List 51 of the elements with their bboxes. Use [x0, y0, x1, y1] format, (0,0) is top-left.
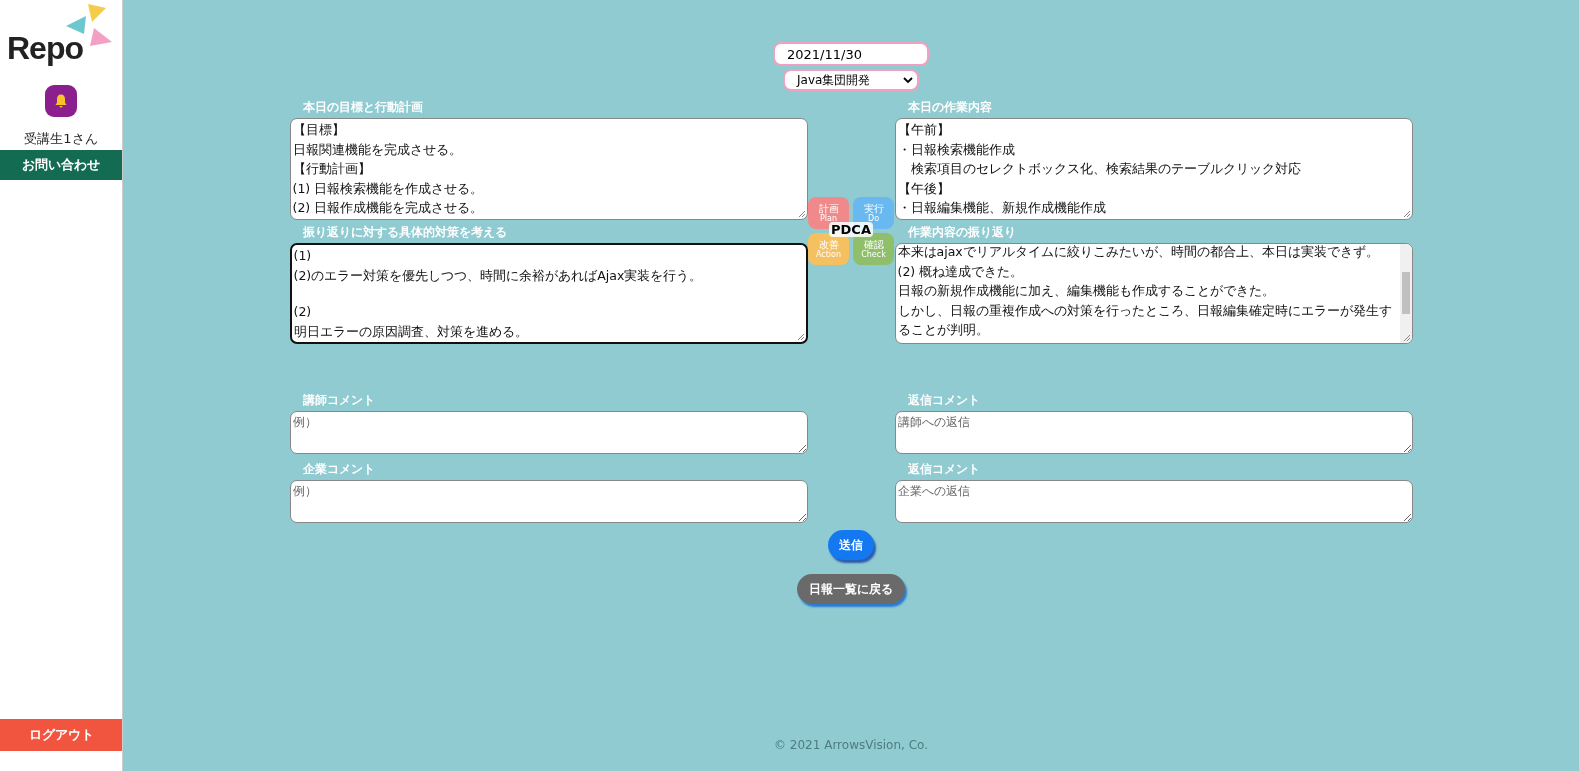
contact-link[interactable]: お問い合わせ [0, 150, 122, 180]
text-line: ・日報検索機能作成 [897, 140, 1015, 159]
section-label: 振り返りに対する具体的対策を考える [301, 224, 508, 241]
text-line: 日報の新規作成機能に加え、編集機能も作成することができた。 [897, 282, 1275, 300]
copyright-text: © 2021 ArrowsVision, Co. [774, 738, 928, 752]
date-field[interactable]: 2021/11/30 [773, 42, 929, 66]
scrollbar[interactable] [1399, 244, 1412, 343]
text-line: しかし、日報の重複作成への対策を行ったところ、日報編集確定時にエラーが発生することが判明。 [897, 301, 1393, 339]
resize-grip-icon[interactable] [796, 333, 805, 341]
text-line: 日報関連機能を完成させる。 [292, 140, 462, 159]
comment-label: 講師コメント [301, 392, 376, 409]
section-label: 本日の作業内容 [906, 99, 993, 116]
text-area[interactable]: (1) (2)のエラー対策を優先しつつ、時間に余裕があればAjax実装を行う。 (2) 明日エラーの原因調査、対策を進める。 [289, 243, 808, 344]
logo-text: Repo [7, 30, 83, 67]
text-line: 検索項目のセレクトボックス化、検索結果のテーブルクリック対応 [909, 160, 1301, 178]
section-label: 本日の目標と行動計画 [301, 99, 424, 116]
resize-grip-icon[interactable] [1402, 334, 1411, 342]
text-line: ・日報編集機能、新規作成機能作成 [897, 199, 1106, 217]
comment-field[interactable]: 講師への返信 [894, 411, 1413, 454]
resize-grip-icon[interactable] [1402, 210, 1411, 218]
text-area[interactable]: 本来はajaxでリアルタイムに絞りこみたいが、時間の都合上、本日は実装できず。 (2) 概ね達成できた。 日報の新規作成機能に加え、編集機能も作成することができた。 しかし、日報の重複作成への対策を行ったところ、日報編集確定時にエラーが発生することが判明。 [894, 243, 1413, 344]
text-line: 【午前】 [897, 121, 950, 139]
comment-field[interactable]: 例） [289, 480, 808, 523]
text-line: 【午後】 [897, 179, 950, 198]
text-line: 【行動計画】 [292, 160, 371, 178]
text-area[interactable]: 【午前】 ・日報検索機能作成 検索項目のセレクトボックス化、検索結果のテーブルクリック対応 【午後】 ・日報編集機能、新規作成機能作成 [894, 118, 1413, 220]
text-line: 【目標】 [292, 121, 345, 139]
user-name: 受講生1さん [23, 130, 99, 148]
comment-field[interactable]: 例） [289, 411, 808, 454]
text-area[interactable]: 【目標】 日報関連機能を完成させる。 【行動計画】 (1) 日報検索機能を作成させる。 (2) 日報作成機能を完成させる。 [289, 118, 808, 220]
comment-label: 企業コメント [301, 461, 376, 478]
notification-bell-icon[interactable] [45, 85, 77, 117]
text-line: (1) 日報検索機能を作成させる。 [292, 179, 484, 198]
comment-field[interactable]: 企業への返信 [894, 480, 1413, 523]
comment-label: 返信コメント [906, 461, 981, 478]
resize-grip-icon[interactable] [797, 210, 806, 218]
back-to-list-button[interactable]: 日報一覧に戻る [797, 574, 905, 604]
group-select[interactable]: Java集団開発 [783, 69, 919, 91]
text-line: (2) 概ね達成できた。 [897, 262, 1024, 281]
text-line: 本来はajaxでリアルタイムに絞りこみたいが、時間の都合上、本日は実装できず。 [897, 244, 1379, 261]
comment-label: 返信コメント [906, 392, 981, 409]
text-line: (2) [293, 303, 312, 321]
chevron-icon [903, 76, 913, 84]
text-line: (1) [293, 247, 312, 265]
text-line: (2) 日報作成機能を完成させる。 [292, 199, 484, 217]
cycle-step: 確認 Check [853, 233, 894, 265]
send-button[interactable]: 送信 [828, 530, 874, 560]
section-label: 作業内容の振り返り [906, 224, 1017, 241]
text-line: 明日エラーの原因調査、対策を進める。 [293, 322, 528, 341]
cycle-step: 改善 Action [808, 233, 849, 265]
text-line: (2)のエラー対策を優先しつつ、時間に余裕があればAjax実装を行う。 [293, 266, 703, 285]
